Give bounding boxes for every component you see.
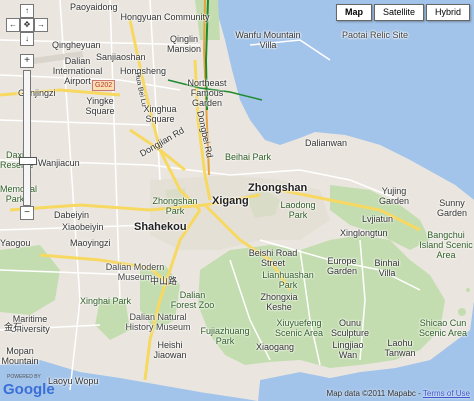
place-label: Ounu Sculpture [330,318,370,338]
place-label: Lianhuashan Park [262,270,314,290]
place-label: 金石 [4,322,23,332]
map-type-control: Map Satellite Hybrid [335,4,470,21]
place-label: 中山路 [150,276,178,286]
place-label: Mopan Mountain [1,346,39,366]
place-label: Laohu Tanwan [384,338,416,358]
place-label: Heishi Jiaowan [153,340,187,360]
google-logo[interactable]: POWERED BY Google [3,374,55,398]
place-label: Xiuyuefeng Scenic Area [274,318,324,338]
place-label: Xinglongtun [340,228,388,238]
logo-text: Google [3,381,55,398]
pan-up-button[interactable]: ↑ [20,4,34,18]
copyright-text: Map data ©2011 Mapabc - [326,389,423,398]
place-label: Bangchui Island Scenic Area [419,230,473,260]
district-label: Xigang [212,195,249,207]
map-type-map-button[interactable]: Map [335,4,372,21]
place-label: Dalian Forest Zoo [170,290,215,310]
place-label: Maoyingzi [70,238,111,248]
place-label: Zhongshan Park [152,196,198,216]
pan-left-button[interactable]: ← [6,18,20,32]
place-label: Wanfu Mountain Villa [235,30,301,50]
place-label: Beishi Road Street [248,248,298,268]
place-label: Xiaogang [256,342,295,352]
zoom-in-button[interactable]: + [20,54,34,68]
place-label: Dalianwan [305,138,348,148]
place-label: Northeast Famous Garden [187,78,227,108]
place-label: Qinglin Mansion [166,34,202,54]
place-label: Sanjiaoshan [96,52,146,62]
place-label: Beihai Park [225,152,272,162]
island [458,308,466,316]
pan-center-button[interactable]: ✥ [20,18,34,32]
place-label: Laoyu Wopu [48,376,99,386]
place-label: Shicao Cun Scenic Area [418,318,468,338]
terms-of-use-link[interactable]: Terms of Use [423,389,470,398]
copyright-notice: Map data ©2011 Mapabc - Terms of Use [327,389,470,398]
place-label: Lingjiao Wan [332,340,364,360]
place-label: Qingheyuan [52,40,101,50]
place-label: Wanjiacun [38,158,80,168]
road-shield: G202 [92,80,116,91]
place-label: Paotai Relic Site [341,30,409,40]
place-label: Hongsheng [120,66,167,76]
place-label: Binhai Villa [374,258,400,278]
map-type-hybrid-button[interactable]: Hybrid [425,4,470,21]
zoom-out-button[interactable]: − [20,206,34,220]
place-label: Paoyaidong [70,2,118,12]
place-label: Dalian Natural History Museum [125,312,191,332]
place-label: Sunny Garden [436,198,468,218]
map-type-satellite-button[interactable]: Satellite [373,4,424,21]
place-label: Yujing Garden [378,186,410,206]
place-label: Laodong Park [280,200,316,220]
district-label: Zhongshan [248,182,308,194]
zoom-slider-handle[interactable] [19,157,37,165]
map-canvas[interactable]: Hongyuan Community Paoyaidong Qinglin Ma… [0,0,474,401]
place-label: Yingke Square [85,96,115,116]
place-label: Xiaobeiyin [62,222,104,232]
place-label: Lvjiatun [362,214,394,224]
pan-down-button[interactable]: ↓ [20,32,34,46]
place-label: Dabeiyin [54,210,90,220]
place-label: Xinghua Square [143,104,177,124]
pan-right-button[interactable]: → [34,18,48,32]
place-label: Zhongxia Keshe [260,292,298,312]
district-label: Shahekou [134,221,187,233]
zoom-slider[interactable] [19,70,37,206]
place-label: Xinghai Park [80,296,132,306]
place-label: Fujiazhuang Park [200,326,250,346]
place-label: Yaogou [0,238,31,248]
place-label: Hongyuan Community [120,12,210,22]
powered-by-label: POWERED BY [7,374,41,380]
place-label: Europe Garden [326,256,358,276]
